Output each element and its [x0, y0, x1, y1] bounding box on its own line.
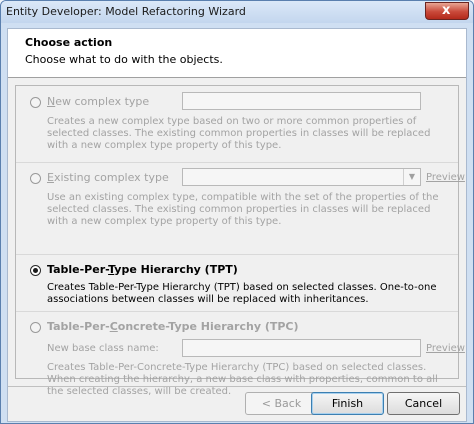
close-icon: x — [442, 3, 451, 18]
existing-complex-type-select[interactable]: ▼ — [182, 168, 421, 186]
new-complex-type-radio[interactable] — [30, 97, 41, 108]
new-base-class-name-label: New base class name: — [47, 343, 159, 354]
chevron-down-icon[interactable]: ▼ — [403, 169, 420, 185]
new-base-class-name-input[interactable] — [182, 339, 421, 357]
option-existing-complex-type: Existing complex type ▼ Preview Use an e… — [16, 164, 465, 228]
existing-complex-type-description: Use an existing complex type, compatible… — [47, 192, 439, 227]
option-tpt-hierarchy: Table-Per-Type Hierarchy (TPT) Creates T… — [16, 256, 458, 308]
back-button[interactable]: < Back — [245, 392, 318, 415]
page-subtitle: Choose what to do with the objects. — [25, 53, 223, 66]
window-title: Entity Developer: Model Refactoring Wiza… — [6, 5, 246, 18]
tpc-hierarchy-label[interactable]: Table-Per-Concrete-Type Hierarchy (TPC) — [47, 320, 299, 333]
wizard-window: Entity Developer: Model Refactoring Wiza… — [0, 0, 474, 424]
existing-complex-type-preview-link[interactable]: Preview — [426, 172, 465, 183]
new-complex-type-name-input[interactable] — [182, 92, 421, 110]
action-options-panel: New complex type Creates a new complex t… — [15, 85, 465, 397]
wizard-client-area: Choose action Choose what to do with the… — [7, 28, 467, 422]
finish-button[interactable]: Finish — [311, 392, 384, 415]
existing-complex-type-radio[interactable] — [30, 173, 41, 184]
title-bar[interactable]: Entity Developer: Model Refactoring Wiza… — [1, 1, 473, 23]
tpc-preview-link[interactable]: Preview — [426, 343, 465, 354]
new-complex-type-label[interactable]: New complex type — [47, 95, 149, 108]
footer-divider — [8, 386, 466, 387]
option-tpc-hierarchy: Table-Per-Concrete-Type Hierarchy (TPC) … — [16, 313, 465, 397]
wizard-header: Choose action Choose what to do with the… — [8, 29, 466, 78]
divider — [16, 162, 458, 163]
tpt-hierarchy-radio[interactable] — [30, 265, 41, 276]
page-title: Choose action — [25, 36, 113, 49]
close-button[interactable]: x — [425, 2, 469, 20]
option-new-complex-type: New complex type Creates a new complex t… — [16, 86, 458, 162]
cancel-button[interactable]: Cancel — [387, 392, 460, 415]
tpc-hierarchy-radio[interactable] — [30, 322, 41, 333]
new-complex-type-description: Creates a new complex type based on two … — [47, 116, 431, 151]
divider — [16, 311, 458, 312]
tpt-hierarchy-label[interactable]: Table-Per-Type Hierarchy (TPT) — [47, 263, 238, 276]
existing-complex-type-label[interactable]: Existing complex type — [47, 171, 169, 184]
divider — [16, 254, 458, 255]
tpt-hierarchy-description: Creates Table-Per-Type Hierarchy (TPT) b… — [47, 282, 437, 305]
